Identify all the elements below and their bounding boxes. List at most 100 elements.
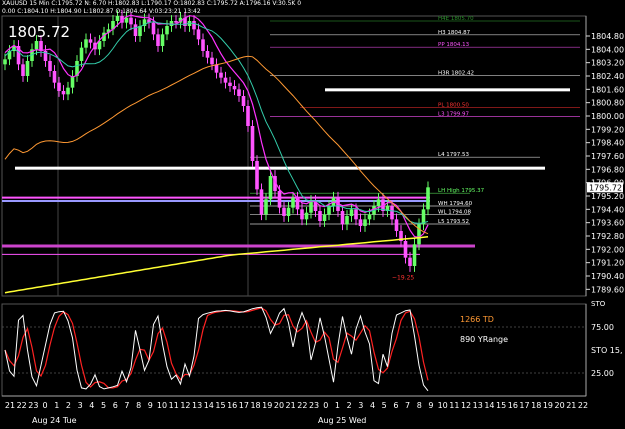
time-tick-label: 15 [215, 401, 225, 410]
time-tick-label: 2 [66, 401, 71, 410]
price-tick-label: 1796.80 [591, 165, 624, 174]
time-tick-label: 5 [101, 401, 106, 410]
time-tick-label: 21 [286, 401, 296, 410]
td-count-label: 1266 TD [460, 315, 494, 324]
price-bar-body [264, 199, 268, 215]
price-bar-body [286, 207, 291, 216]
price-tick-label: 1791.20 [591, 259, 624, 268]
pivot-level-label: H3 1804.87 [438, 30, 471, 36]
price-tick-label: 1795.20 [591, 192, 624, 201]
pivot-level-label: H4E 1805.70 [438, 16, 474, 22]
price-bar-body [309, 201, 313, 213]
time-tick-label: 5 [382, 401, 387, 410]
price-bar-body [412, 244, 417, 266]
time-tick-label: 9 [148, 401, 153, 410]
header-quote-line-2: 0.00 C:1804.10 H:1804.90 L:1802.87 O:180… [2, 8, 201, 15]
time-tick-label: 13 [473, 401, 483, 410]
time-tick-label: 7 [124, 401, 129, 410]
price-bar-body [52, 71, 57, 83]
time-tick-label: 8 [136, 401, 141, 410]
time-tick-label: 16 [227, 401, 237, 410]
price-tick-label: 1793.60 [591, 219, 624, 228]
time-tick-label: 0 [323, 401, 328, 410]
price-bar-body [66, 87, 70, 95]
moving-average-fast [4, 14, 429, 239]
time-tick-label: 4 [370, 401, 375, 410]
price-bar-body [250, 126, 255, 161]
price-bar-body [165, 26, 169, 35]
time-tick-label: 6 [393, 401, 398, 410]
time-tick-label: 1 [335, 401, 340, 410]
time-tick-label: 12 [180, 401, 190, 410]
price-bar-body [223, 77, 228, 83]
price-bar-body [25, 61, 30, 76]
time-tick-label: 7 [405, 401, 410, 410]
oscillator-name: STO [591, 300, 606, 308]
oscillator-period-label: STO 15, [591, 346, 623, 355]
session-low-label: ~19.25 [392, 274, 414, 281]
price-bar-body [232, 86, 237, 90]
pivot-level-label: WL 1794.08 [438, 210, 471, 216]
time-tick-label: 16 [508, 401, 518, 410]
time-tick-label: 13 [192, 401, 202, 410]
time-tick-label: 21 [5, 401, 15, 410]
price-bar-body [426, 187, 430, 210]
price-bar-body [376, 199, 381, 206]
time-tick-label: 10 [438, 401, 448, 410]
stochastic-k-line [4, 306, 429, 392]
price-tick-label: 1792.00 [591, 245, 624, 254]
time-tick-label: 17 [239, 401, 249, 410]
time-tick-label: 20 [274, 401, 284, 410]
price-bar-body [160, 34, 165, 46]
current-price-label: 1805.72 [8, 23, 71, 41]
price-bar-body [367, 214, 372, 220]
price-bar-body [322, 214, 327, 221]
price-bar-body [300, 209, 304, 220]
pivot-level-label: L4 1797.53 [438, 152, 470, 158]
price-bar-body [210, 57, 214, 65]
price-bar-body [214, 64, 219, 73]
price-bar-body [304, 212, 309, 220]
time-tick-label: 23 [309, 401, 319, 410]
header-quote-line-1: XAUUSD 15 Min C:1795.72 N: 6.70 H:1802.8… [2, 0, 302, 7]
price-bar-body [3, 59, 7, 65]
price-bar-body [34, 41, 39, 50]
date-label: Aug 24 Tue [32, 416, 77, 425]
time-tick-label: 22 [17, 401, 27, 410]
price-bar-body [318, 211, 322, 221]
price-bar-body [205, 51, 210, 58]
resistance-bar [325, 88, 570, 92]
price-bar-body [174, 21, 178, 23]
time-tick-label: 14 [204, 401, 214, 410]
price-bar-body [57, 82, 61, 91]
price-bar-body [84, 39, 88, 48]
price-bar-body [277, 191, 282, 208]
price-bar-body [192, 21, 196, 30]
pivot-level-label: H3R 1802.42 [438, 71, 474, 77]
pivot-level-label: L3 1799.97 [438, 112, 470, 118]
price-bar-body [237, 89, 241, 96]
time-tick-label: 23 [28, 401, 38, 410]
oscillator-panel-frame [1, 303, 587, 397]
price-bar-body [268, 176, 273, 200]
price-bar-body [354, 209, 358, 220]
price-bar-body [61, 91, 66, 95]
price-tick-label: 1798.40 [591, 139, 624, 148]
pivot-level-label: WH 1794.60 [438, 201, 473, 207]
price-tick-label: 1800.80 [591, 99, 624, 108]
last-price-tag-label: 1795.72 [589, 183, 622, 192]
price-bar-body [390, 206, 394, 220]
time-tick-label: 22 [578, 401, 588, 410]
pivot-level-label: PP 1804.13 [438, 42, 470, 48]
price-bar-body [228, 82, 232, 86]
price-bar-body [133, 24, 138, 36]
price-bar-body [345, 216, 349, 225]
pivot-level-label: L5 1793.52 [438, 219, 469, 225]
price-tick-label: 1803.20 [591, 59, 624, 68]
resistance-bar [15, 166, 545, 170]
time-tick-label: 1 [54, 401, 59, 410]
price-bar-body [88, 39, 93, 43]
price-bar-body [349, 209, 354, 216]
time-tick-label: 12 [461, 401, 471, 410]
price-bar-body [196, 29, 201, 40]
